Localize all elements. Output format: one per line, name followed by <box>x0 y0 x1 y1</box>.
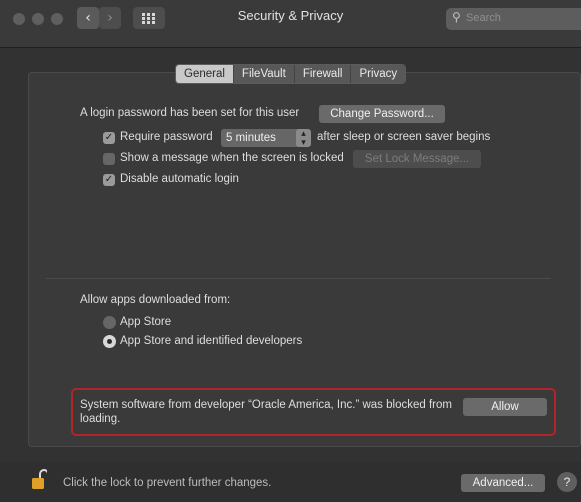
advanced-button[interactable]: Advanced... <box>461 474 545 492</box>
radio-app-store-identified[interactable] <box>103 335 116 348</box>
radio-app-store[interactable] <box>103 316 116 329</box>
change-password-button[interactable]: Change Password... <box>319 105 445 123</box>
password-delay-value: 5 minutes <box>226 132 276 144</box>
lock-text: Click the lock to prevent further change… <box>63 477 272 489</box>
section-divider <box>46 278 551 279</box>
title-bar: ‹ › Security & Privacy ⚲ Search <box>0 0 581 48</box>
tab-firewall[interactable]: Firewall <box>294 65 352 83</box>
tab-privacy[interactable]: Privacy <box>351 65 406 83</box>
security-privacy-window: ‹ › Security & Privacy ⚲ Search General … <box>0 0 581 502</box>
search-placeholder: Search <box>466 12 501 24</box>
require-password-checkbox[interactable]: ✓ <box>103 132 115 144</box>
radio-app-store-label: App Store <box>120 316 172 328</box>
search-field[interactable]: ⚲ Search <box>446 8 581 30</box>
login-password-text: A login password has been set for this u… <box>80 107 300 119</box>
password-delay-popup[interactable]: 5 minutes ▴ ▾ <box>221 129 311 147</box>
tab-bar: General FileVault Firewall Privacy <box>175 64 407 84</box>
allow-button[interactable]: Allow <box>463 398 547 416</box>
set-lock-message-button[interactable]: Set Lock Message... <box>353 150 481 168</box>
search-icon: ⚲ <box>452 10 461 24</box>
allow-apps-heading: Allow apps downloaded from: <box>80 294 231 306</box>
require-password-label: Require password <box>120 131 213 143</box>
show-message-checkbox[interactable] <box>103 153 115 165</box>
help-button[interactable]: ? <box>557 472 577 492</box>
tab-filevault[interactable]: FileVault <box>233 65 295 83</box>
tab-general[interactable]: General <box>176 65 234 83</box>
disable-auto-login-checkbox[interactable]: ✓ <box>103 174 115 186</box>
show-message-label: Show a message when the screen is locked <box>120 152 344 164</box>
stepper-arrows-icon: ▴ ▾ <box>296 129 311 147</box>
blocked-software-message: System software from developer “Oracle A… <box>80 399 452 425</box>
lock-icon[interactable] <box>31 469 49 491</box>
require-password-suffix: after sleep or screen saver begins <box>317 131 491 143</box>
disable-auto-login-label: Disable automatic login <box>120 173 239 185</box>
radio-app-store-identified-label: App Store and identified developers <box>120 335 303 347</box>
